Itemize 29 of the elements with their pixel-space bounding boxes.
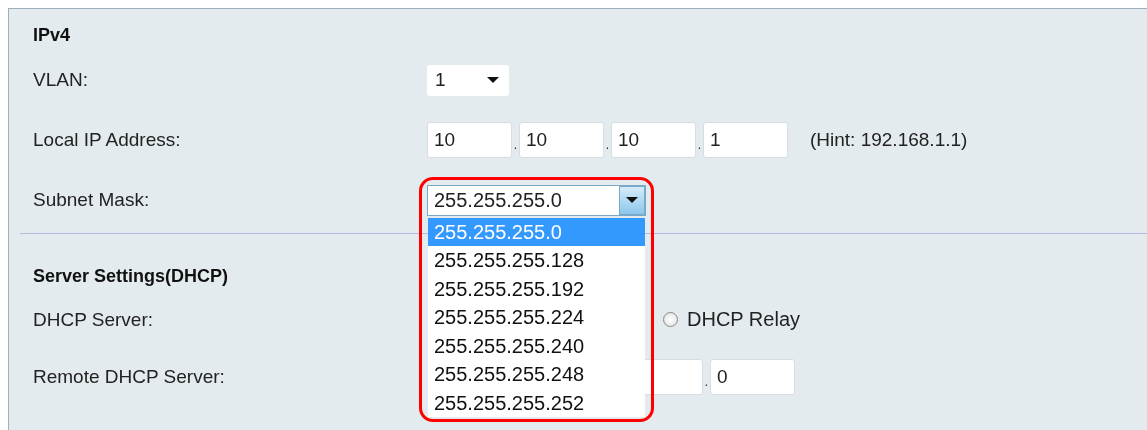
radio-button[interactable] bbox=[663, 312, 678, 327]
section-title: IPv4 bbox=[33, 24, 71, 47]
dropdown-option[interactable]: 255.255.255.128 bbox=[428, 246, 645, 275]
ip-octet-field[interactable]: 10 bbox=[519, 122, 604, 158]
caret-icon bbox=[487, 77, 499, 83]
subnet-mask-select[interactable]: 255.255.255.0 bbox=[427, 184, 646, 216]
field-label: Local IP Address: bbox=[33, 129, 182, 151]
dropdown-option[interactable]: 255.255.255.240 bbox=[428, 331, 645, 360]
radio-label: DHCP Relay bbox=[687, 308, 800, 331]
ip-octet-field[interactable]: 0 bbox=[710, 358, 795, 395]
radio-option[interactable]: DHCP Relay bbox=[663, 308, 800, 331]
dropdown-option[interactable]: 255.255.255.192 bbox=[428, 274, 645, 303]
ip-octet-field[interactable]: 10 bbox=[427, 122, 512, 158]
dropdown-option[interactable]: 255.255.255.248 bbox=[428, 360, 645, 389]
vlan-select[interactable]: 1 bbox=[427, 64, 509, 96]
section-title: Server Settings(DHCP) bbox=[33, 265, 229, 288]
dropdown-option[interactable]: 255.255.255.224 bbox=[428, 303, 645, 332]
dot-separator: . bbox=[604, 138, 611, 152]
dot-separator: . bbox=[696, 138, 703, 152]
dot-separator: . bbox=[512, 138, 519, 152]
field-label: VLAN: bbox=[33, 69, 89, 91]
ip-octet-field[interactable]: 10 bbox=[611, 122, 696, 158]
field-label: Subnet Mask: bbox=[33, 189, 151, 211]
field-label: Remote DHCP Server: bbox=[33, 365, 226, 388]
hint-text: (Hint: 192.168.1.1) bbox=[810, 129, 968, 151]
field-label: DHCP Server: bbox=[33, 308, 154, 331]
dot-separator: . bbox=[703, 374, 710, 389]
dropdown-option[interactable]: 255.255.255.252 bbox=[428, 388, 645, 417]
ip-octet-field[interactable]: 1 bbox=[703, 122, 788, 158]
